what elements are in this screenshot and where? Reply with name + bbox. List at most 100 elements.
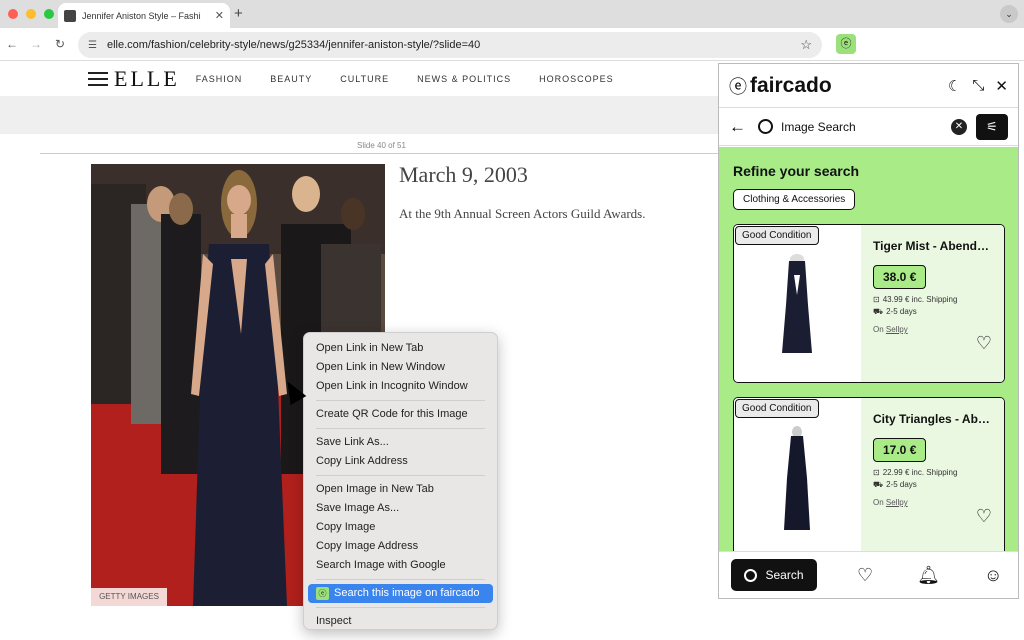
slide-counter: Slide 40 of 51 — [357, 141, 406, 150]
profile-user-icon[interactable]: ☺ — [984, 565, 1002, 586]
faircado-panel: ⓔ faircado ☾ ⤡ ✕ ← ✕ ⚟ Refine your searc… — [718, 63, 1019, 599]
dress-thumbnail-2 — [784, 426, 810, 530]
maximize-window-button[interactable] — [44, 9, 54, 19]
browser-tab-active[interactable]: Jennifer Aniston Style – Fashi ✕ — [58, 3, 230, 28]
product-title[interactable]: City Triangles - Abe... — [873, 412, 992, 426]
source-link[interactable]: Sellpy — [886, 325, 908, 334]
menu-open-link-new-tab[interactable]: Open Link in New Tab — [304, 339, 497, 358]
window-controls — [8, 9, 54, 19]
price-badge: 17.0 € — [873, 438, 927, 462]
menu-save-link-as[interactable]: Save Link As... — [304, 433, 497, 452]
product-image[interactable] — [734, 225, 861, 382]
menu-search-image-google[interactable]: Search Image with Google — [304, 556, 497, 575]
shipping-line: ⊡ 22.99 € inc. Shipping — [873, 468, 958, 477]
notifications-bell-icon[interactable]: 🔔︎ — [917, 565, 940, 586]
box-icon: ⊡ — [873, 295, 880, 304]
result-card[interactable]: Good Condition City Triangles - Abe... 1… — [733, 397, 1005, 551]
filter-button[interactable]: ⚟ — [976, 113, 1008, 140]
address-bar[interactable]: ☰ elle.com/fashion/celebrity-style/news/… — [78, 32, 822, 58]
menu-create-qr-code[interactable]: Create QR Code for this Image — [304, 405, 497, 424]
divider — [40, 153, 718, 154]
condition-badge: Good Condition — [735, 226, 819, 245]
product-title[interactable]: Tiger Mist - Abendkl... — [873, 239, 992, 253]
close-icon[interactable]: ✕ — [995, 77, 1008, 95]
browser-tabstrip: Jennifer Aniston Style – Fashi ✕ + ⌄ — [0, 0, 1024, 28]
product-info: City Triangles - Abe... 17.0 € ⊡ 22.99 € … — [861, 398, 1004, 551]
menu-search-faircado[interactable]: ⓔ Search this image on faircado — [308, 584, 493, 603]
new-tab-icon[interactable]: + — [234, 5, 243, 22]
source-line: On Sellpy — [873, 498, 908, 507]
menu-inspect[interactable]: Inspect — [304, 612, 497, 631]
condition-badge: Good Condition — [735, 399, 819, 418]
slide-headline: March 9, 2003 — [399, 162, 528, 187]
ad-banner — [0, 96, 718, 134]
site-logo[interactable]: ELLE — [114, 66, 180, 92]
truck-icon: ⛟ — [873, 307, 884, 316]
search-input[interactable] — [781, 119, 951, 134]
snooze-icon[interactable]: ☾ — [948, 77, 961, 95]
tab-search-chevron-icon[interactable]: ⌄ — [1000, 5, 1018, 23]
result-card[interactable]: Good Condition Tiger Mist - Abendkl... 3… — [733, 224, 1005, 383]
refine-title: Refine your search — [733, 163, 860, 179]
product-info: Tiger Mist - Abendkl... 38.0 € ⊡ 43.99 € … — [861, 225, 1004, 382]
url-text[interactable]: elle.com/fashion/celebrity-style/news/g2… — [107, 39, 800, 51]
footer-search-label: Search — [765, 568, 804, 582]
hamburger-menu-icon[interactable] — [88, 72, 108, 86]
delivery-line: ⛟ 2-5 days — [873, 480, 917, 489]
minimize-window-button[interactable] — [26, 9, 36, 19]
product-image[interactable] — [734, 398, 861, 551]
close-tab-icon[interactable]: ✕ — [215, 9, 224, 22]
menu-open-link-incognito[interactable]: Open Link in Incognito Window — [304, 377, 497, 396]
elle-favicon-icon — [64, 9, 76, 22]
box-icon: ⊡ — [873, 468, 880, 477]
category-chip[interactable]: Clothing & Accessories — [733, 189, 856, 210]
menu-separator — [316, 475, 485, 476]
menu-open-link-new-window[interactable]: Open Link in New Window — [304, 358, 497, 377]
menu-save-image-as[interactable]: Save Image As... — [304, 499, 497, 518]
menu-separator — [316, 607, 485, 608]
footer-search-button[interactable]: Search — [731, 559, 817, 591]
faircado-logo-icon: ⓔ — [729, 76, 747, 97]
photo-credit: GETTY IMAGES — [91, 588, 167, 606]
back-arrow-icon[interactable]: ← — [6, 37, 18, 51]
clear-search-icon[interactable]: ✕ — [951, 118, 967, 135]
source-line: On Sellpy — [873, 325, 908, 334]
favorites-heart-icon[interactable]: ♡ — [857, 565, 873, 586]
price-badge: 38.0 € — [873, 265, 927, 289]
nav-link-news-politics[interactable]: NEWS & POLITICS — [417, 74, 511, 84]
bookmark-star-icon[interactable]: ☆ — [800, 37, 812, 53]
favorite-heart-icon[interactable]: ♡ — [976, 333, 992, 354]
context-menu: Open Link in New Tab Open Link in New Wi… — [303, 332, 498, 630]
nav-link-fashion[interactable]: FASHION — [196, 74, 243, 84]
faircado-icon: ⓔ — [316, 587, 329, 600]
menu-open-image-new-tab[interactable]: Open Image in New Tab — [304, 480, 497, 499]
shipping-line: ⊡ 43.99 € inc. Shipping — [873, 295, 958, 304]
results-area: Refine your search Clothing & Accessorie… — [719, 147, 1018, 551]
forward-arrow-icon[interactable]: → — [30, 37, 42, 51]
close-window-button[interactable] — [8, 9, 18, 19]
panel-search-bar: ← ✕ ⚟ — [719, 108, 1018, 146]
menu-search-faircado-label: Search this image on faircado — [334, 587, 480, 599]
truck-icon: ⛟ — [873, 480, 884, 489]
tab-title: Jennifer Aniston Style – Fashi — [82, 10, 201, 21]
menu-separator — [316, 579, 485, 580]
panel-footer: Search ♡ 🔔︎ ☺ — [719, 551, 1018, 598]
menu-separator — [316, 428, 485, 429]
menu-copy-image-address[interactable]: Copy Image Address — [304, 537, 497, 556]
faircado-extension-icon[interactable]: ⓔ — [836, 34, 856, 54]
panel-logo: faircado — [750, 73, 832, 97]
search-icon — [758, 119, 773, 134]
nav-link-horoscopes[interactable]: HOROSCOPES — [539, 74, 614, 84]
menu-copy-link-address[interactable]: Copy Link Address — [304, 452, 497, 471]
favorite-heart-icon[interactable]: ♡ — [976, 506, 992, 527]
address-toolbar: ← → ↻ ☰ elle.com/fashion/celebrity-style… — [0, 28, 1024, 61]
menu-copy-image[interactable]: Copy Image — [304, 518, 497, 537]
reload-icon[interactable]: ↻ — [55, 37, 65, 51]
site-settings-icon[interactable]: ☰ — [88, 40, 97, 51]
dress-thumbnail-1 — [782, 254, 812, 353]
source-link[interactable]: Sellpy — [886, 498, 908, 507]
back-arrow-icon[interactable]: ← — [729, 117, 746, 137]
nav-link-culture[interactable]: CULTURE — [340, 74, 389, 84]
collapse-icon[interactable]: ⤡ — [972, 77, 984, 94]
nav-link-beauty[interactable]: BEAUTY — [270, 74, 312, 84]
